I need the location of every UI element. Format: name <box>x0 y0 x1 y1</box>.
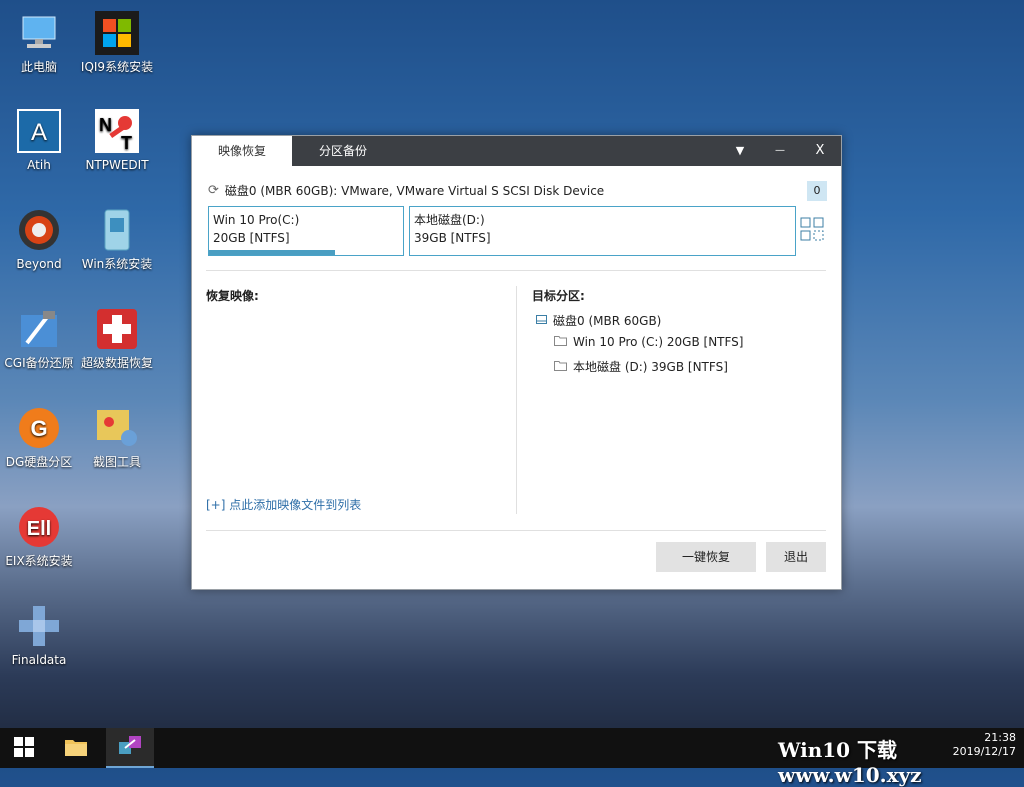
desktop-icon-diskgenius[interactable]: G DG硬盘分区 <box>0 405 78 469</box>
one-click-restore-button[interactable]: 一键恢复 <box>656 542 756 572</box>
divider <box>516 286 517 514</box>
desktop-icon-label: 超级数据恢复 <box>80 356 153 370</box>
exit-button[interactable]: 退出 <box>766 542 826 572</box>
desktop-icon-beyond[interactable]: Beyond <box>0 207 78 271</box>
desktop-icon-ntpwedit[interactable]: NT NTPWEDIT <box>78 108 156 172</box>
tab-image-restore[interactable]: 映像恢复 <box>192 136 292 166</box>
desktop-icon-atih[interactable]: A Atih <box>0 108 78 172</box>
tab-partition-backup[interactable]: 分区备份 <box>293 136 393 166</box>
eix-icon: Ell <box>16 504 62 550</box>
desktop-icon-finaldata[interactable]: Finaldata <box>0 603 78 667</box>
data-recovery-icon <box>94 306 140 352</box>
desktop-icon-label: NTPWEDIT <box>85 158 149 172</box>
site-watermark: Win10 下载 www.w10.xyz <box>778 738 922 787</box>
partition-size: 39GB [NTFS] <box>414 231 491 245</box>
folder-icon <box>65 738 87 759</box>
desktop-icon-eix[interactable]: Ell EIX系统安装 <box>0 504 78 568</box>
partition-block-d[interactable]: 本地磁盘(D:) 39GB [NTFS] <box>409 206 796 256</box>
title-bar[interactable]: 映像恢复 分区备份 ▼ — X <box>192 136 841 166</box>
restore-app-icon <box>119 735 141 759</box>
tree-disk-node[interactable]: 磁盘0 (MBR 60GB) <box>536 312 661 329</box>
partition-name: 本地磁盘(D:) <box>414 213 485 227</box>
desktop-icon-label: DG硬盘分区 <box>5 455 73 469</box>
grid-view-icon[interactable] <box>800 217 824 241</box>
dropdown-button[interactable]: ▼ <box>720 136 760 166</box>
divider <box>206 530 826 531</box>
disk-header: ⟳ 磁盘0 (MBR 60GB): VMware, VMware Virtual… <box>208 182 604 199</box>
windows-logo-icon <box>94 10 140 56</box>
desktop-icon-data-recovery[interactable]: 超级数据恢复 <box>78 306 156 370</box>
partition-name: Win 10 Pro(C:) <box>213 213 300 227</box>
taskbar-file-explorer[interactable] <box>52 728 100 768</box>
partition-size: 20GB [NTFS] <box>213 231 290 245</box>
desktop-icon-win-install[interactable]: Win系统安装 <box>78 207 156 271</box>
folder-icon <box>554 335 567 349</box>
start-button[interactable] <box>0 728 48 768</box>
desktop-icon-label: 截图工具 <box>92 455 141 469</box>
beyond-icon <box>16 207 62 253</box>
diskgenius-icon: G <box>16 405 62 451</box>
tree-partition-label: Win 10 Pro (C:) 20GB [NTFS] <box>573 335 744 349</box>
tree-partition-c[interactable]: Win 10 Pro (C:) 20GB [NTFS] <box>554 335 743 349</box>
divider <box>206 270 826 271</box>
svg-text:G: G <box>30 416 47 441</box>
taskbar-restore-app[interactable] <box>106 728 154 768</box>
folder-icon <box>554 360 567 374</box>
image-restore-window: 映像恢复 分区备份 ▼ — X ⟳ 磁盘0 (MBR 60GB): VMware… <box>191 135 842 590</box>
refresh-icon[interactable]: ⟳ <box>208 183 219 198</box>
svg-text:A: A <box>31 119 47 146</box>
desktop-icon-iqi9-install[interactable]: IQI9系统安装 <box>78 10 156 74</box>
partition-block-c[interactable]: Win 10 Pro(C:) 20GB [NTFS] <box>208 206 404 256</box>
desktop-icon-label: 此电脑 <box>20 60 57 74</box>
tree-disk-label: 磁盘0 (MBR 60GB) <box>553 314 662 328</box>
desktop-icon-this-pc[interactable]: 此电脑 <box>0 10 78 74</box>
letter-a-icon: A <box>16 108 62 154</box>
desktop-icon-label: Win系统安装 <box>81 257 153 271</box>
nt-key-icon: NT <box>94 108 140 154</box>
tree-partition-label: 本地磁盘 (D:) 39GB [NTFS] <box>573 360 728 374</box>
tree-partition-d[interactable]: 本地磁盘 (D:) 39GB [NTFS] <box>554 358 728 375</box>
snip-icon <box>94 405 140 451</box>
disk-icon <box>536 314 547 328</box>
target-partition-title: 目标分区: <box>532 289 585 303</box>
finaldata-icon <box>16 603 62 649</box>
desktop-icon-label: EIX系统安装 <box>5 554 73 568</box>
partition-usage-bar <box>209 250 335 255</box>
add-image-link[interactable]: [+] 点此添加映像文件到列表 <box>206 496 361 513</box>
disk-header-text: 磁盘0 (MBR 60GB): VMware, VMware Virtual S… <box>224 184 605 198</box>
close-button[interactable]: X <box>800 136 840 166</box>
computer-icon <box>16 10 62 56</box>
svg-text:T: T <box>121 133 132 153</box>
desktop-icon-label: Finaldata <box>11 653 67 667</box>
desktop-icon-snip[interactable]: 截图工具 <box>78 405 156 469</box>
windows-start-icon <box>14 736 34 760</box>
disk-index-badge[interactable]: 0 <box>807 181 827 201</box>
desktop-icon-label: IQI9系统安装 <box>80 60 154 74</box>
desktop-icon-cgi[interactable]: CGI备份还原 <box>0 306 78 370</box>
restore-image-title: 恢复映像: <box>206 289 259 303</box>
cgi-icon <box>16 306 62 352</box>
svg-text:Ell: Ell <box>27 518 51 540</box>
svg-text:N: N <box>99 115 112 135</box>
desktop-icon-label: Atih <box>27 158 51 172</box>
minimize-button[interactable]: — <box>760 136 800 166</box>
desktop-icon-label: CGI备份还原 <box>4 356 74 370</box>
desktop-icon-label: Beyond <box>16 257 62 271</box>
win-install-icon <box>94 207 140 253</box>
